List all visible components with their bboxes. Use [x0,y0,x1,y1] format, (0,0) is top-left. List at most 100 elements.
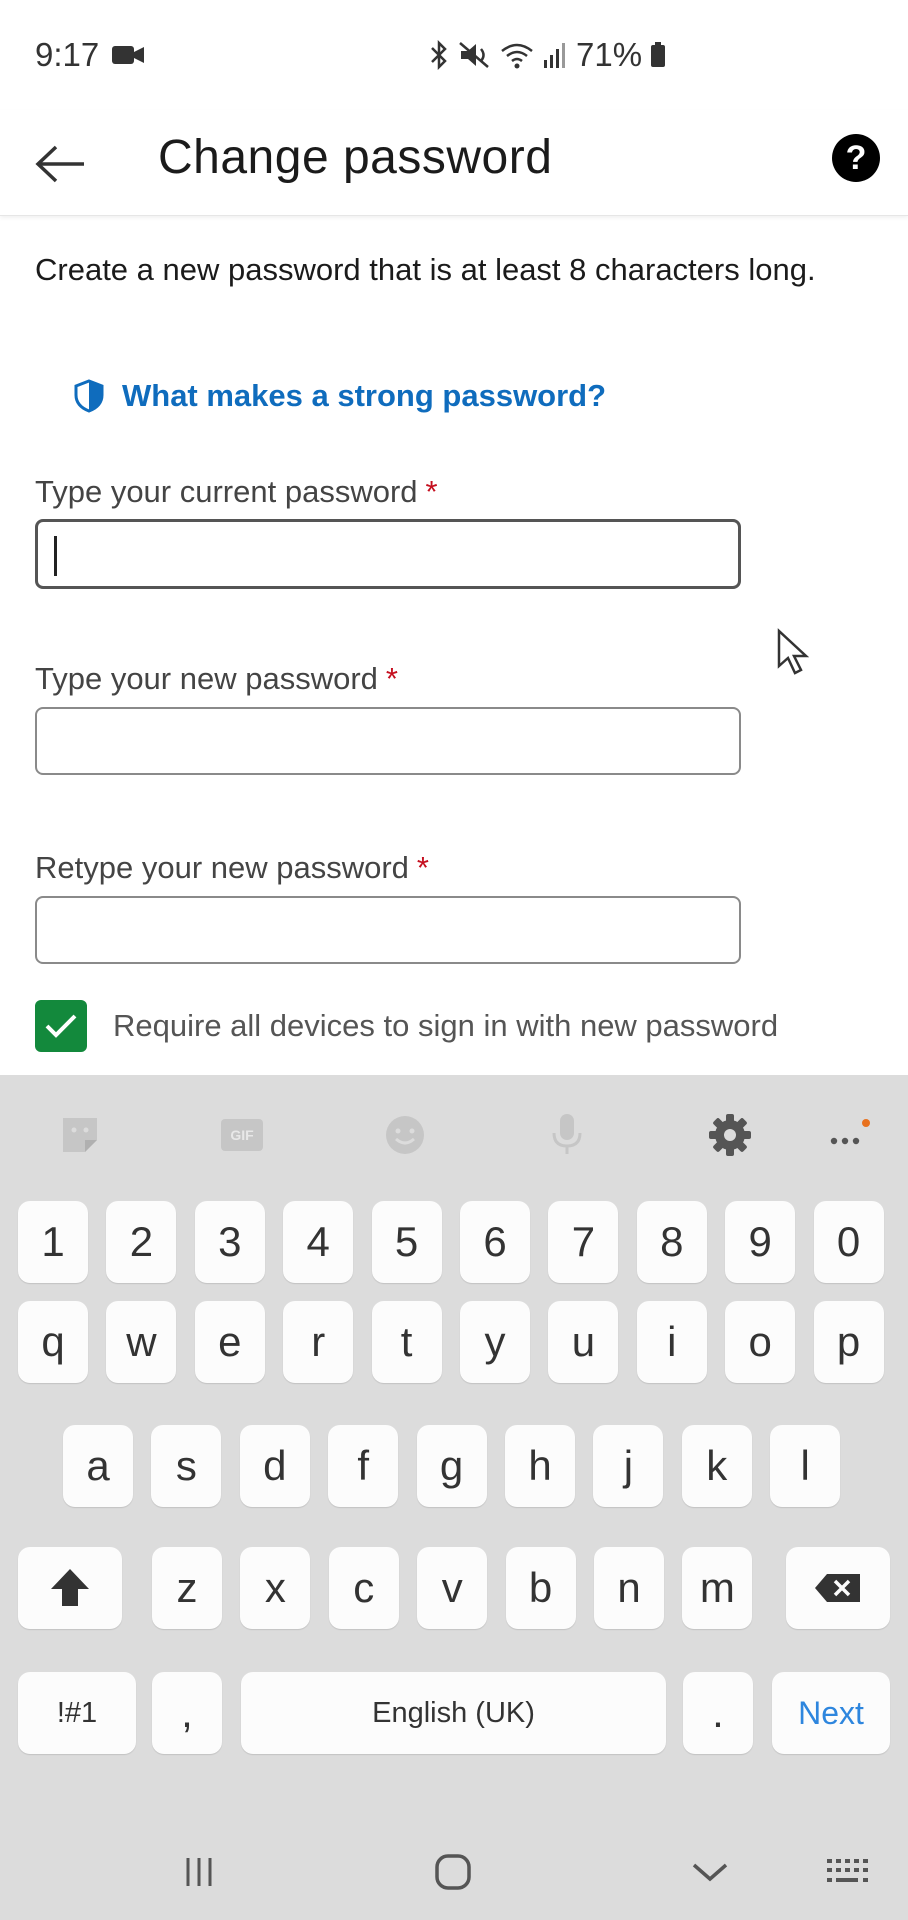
key-t[interactable]: t [371,1301,442,1383]
back-nav-button[interactable] [685,1847,735,1897]
key-j[interactable]: j [593,1425,664,1507]
settings-icon [709,1114,751,1156]
gif-button[interactable]: GIF [220,1113,264,1157]
help-button[interactable]: ? [832,134,880,182]
bluetooth-icon [431,40,447,70]
key-6[interactable]: 6 [460,1201,530,1283]
required-marker: * [425,474,438,509]
key-a[interactable]: a [63,1425,133,1507]
require-signin-row[interactable]: Require all devices to sign in with new … [35,1000,778,1052]
new-password-input[interactable] [35,707,741,775]
key-g[interactable]: g [416,1425,487,1507]
help-icon: ? [845,138,867,177]
key-v[interactable]: v [417,1547,488,1629]
backspace-key[interactable] [786,1547,890,1629]
key-y[interactable]: y [460,1301,530,1383]
video-camera-icon [112,46,144,64]
key-w[interactable]: w [106,1301,177,1383]
mouse-pointer-icon [777,628,810,675]
key-z[interactable]: z [152,1547,222,1629]
key-k[interactable]: k [681,1425,752,1507]
key-7[interactable]: 7 [548,1201,619,1283]
back-chevron-icon [692,1863,728,1882]
emoji-button[interactable] [383,1113,427,1157]
checkmark-icon [45,1014,77,1038]
key-u[interactable]: u [548,1301,619,1383]
space-key[interactable]: English (UK) [241,1672,666,1754]
key-5[interactable]: 5 [371,1201,442,1283]
key-2[interactable]: 2 [106,1201,177,1283]
shift-key[interactable] [18,1547,122,1629]
require-signin-checkbox[interactable] [35,1000,87,1052]
next-key[interactable]: Next [772,1672,890,1754]
key-n[interactable]: n [594,1547,664,1629]
more-icon [830,1119,870,1145]
key-q[interactable]: q [18,1301,88,1383]
retype-password-label: Retype your new password * [35,850,429,885]
key-c[interactable]: c [328,1547,399,1629]
recent-apps-button[interactable] [174,1847,224,1897]
wifi-icon [501,43,533,69]
intro-text: Create a new password that is at least 8… [35,252,816,287]
key-e[interactable]: e [194,1301,265,1383]
microphone-button[interactable] [545,1113,589,1157]
text-caret [54,536,57,576]
signal-icon [544,43,565,68]
backspace-icon [815,1574,860,1602]
strong-password-link[interactable]: What makes a strong password? [74,378,606,414]
key-d[interactable]: d [239,1425,310,1507]
page-title: Change password [158,131,553,184]
navigation-bar [0,1825,908,1920]
more-options-button[interactable] [826,1113,870,1157]
retype-password-input[interactable] [35,896,741,964]
keyboard-switch-icon [827,1859,868,1882]
keyboard-switch-button[interactable] [822,1847,872,1897]
status-icons: 71% [428,36,666,74]
keyboard-settings-button[interactable] [708,1113,752,1157]
key-h[interactable]: h [505,1425,575,1507]
key-x[interactable]: x [240,1547,311,1629]
emoji-icon [386,1116,424,1154]
key-b[interactable]: b [505,1547,576,1629]
key-1[interactable]: 1 [18,1201,88,1283]
key-p[interactable]: p [813,1301,884,1383]
key-s[interactable]: s [151,1425,222,1507]
shift-icon [51,1569,89,1606]
home-button[interactable] [428,1847,478,1897]
keyboard-toolbar: GIF [0,1075,908,1187]
shield-icon [74,379,104,413]
key-0[interactable]: 0 [813,1201,884,1283]
required-marker: * [416,850,429,885]
status-time: 9:17 [35,36,100,73]
strong-password-link-label: What makes a strong password? [122,378,607,413]
key-o[interactable]: o [725,1301,796,1383]
key-8[interactable]: 8 [636,1201,707,1283]
back-arrow-icon [35,145,84,183]
key-4[interactable]: 4 [283,1201,354,1283]
symbols-key[interactable]: !#1 [18,1672,136,1754]
period-key[interactable]: . [683,1672,753,1754]
status-bar: 9:17 71% [0,0,908,110]
sticker-button[interactable] [58,1113,102,1157]
battery-percent: 71% [576,36,643,73]
mute-icon [459,42,489,68]
recent-apps-icon [186,1858,212,1886]
key-i[interactable]: i [636,1301,707,1383]
microphone-icon [552,1114,582,1154]
back-button[interactable] [28,132,92,196]
comma-key[interactable]: , [152,1672,222,1754]
on-screen-keyboard: GIF 1 2 3 4 5 6 7 8 9 0 q w e r t y u i … [0,1075,908,1825]
key-r[interactable]: r [283,1301,354,1383]
battery-icon [651,42,666,67]
current-password-input[interactable] [35,519,741,589]
app-bar: Change password ? [0,110,908,216]
home-icon [435,1854,471,1890]
sticker-icon [63,1118,97,1152]
gif-label: GIF [230,1127,254,1143]
key-3[interactable]: 3 [194,1201,265,1283]
key-l[interactable]: l [770,1425,841,1507]
require-signin-label: Require all devices to sign in with new … [113,1008,779,1043]
key-f[interactable]: f [328,1425,399,1507]
key-m[interactable]: m [682,1547,753,1629]
key-9[interactable]: 9 [725,1201,796,1283]
